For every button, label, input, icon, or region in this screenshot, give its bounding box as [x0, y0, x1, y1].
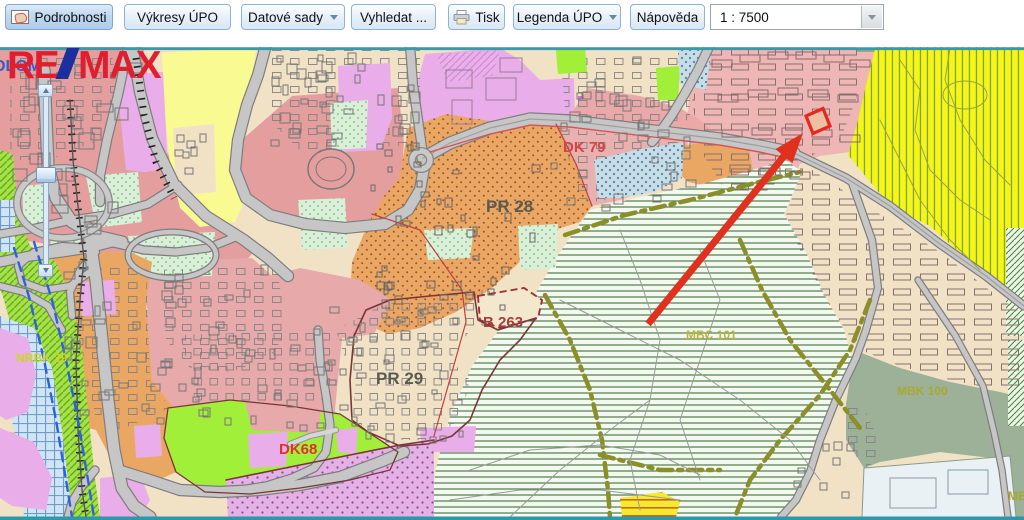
svg-text:B 263: B 263	[483, 314, 523, 331]
svg-text:MB: MB	[1008, 489, 1024, 503]
svg-text:MBC 101: MBC 101	[686, 328, 737, 342]
svg-text:PR 29: PR 29	[376, 369, 423, 388]
svg-text:DK 79: DK 79	[563, 139, 606, 156]
svg-text:DK68: DK68	[279, 441, 317, 458]
svg-text:MAX: MAX	[78, 44, 162, 87]
svg-text:PR 28: PR 28	[486, 197, 533, 216]
svg-text:MBK 100: MBK 100	[897, 384, 948, 398]
svg-text:NRBK 29: NRBK 29	[16, 351, 68, 365]
svg-text:RE: RE	[7, 44, 59, 87]
